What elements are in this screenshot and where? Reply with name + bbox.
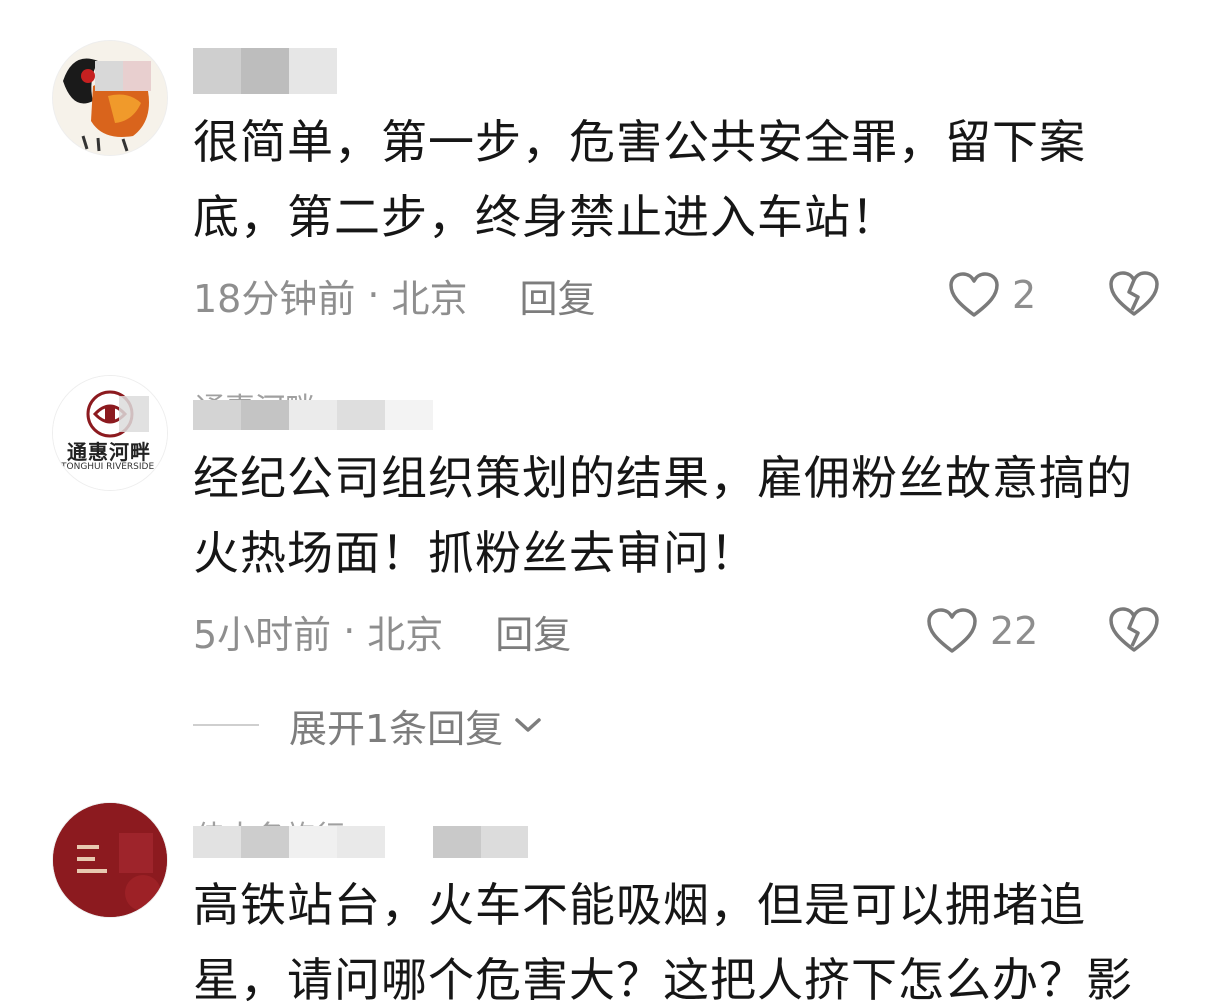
avatar[interactable] — [52, 802, 168, 918]
chevron-down-icon — [515, 718, 541, 732]
comment-meta: 18分钟前 · 北京 回复 — [193, 268, 595, 323]
red-card-icon — [53, 803, 167, 917]
username[interactable]: 通惠河畔 — [193, 384, 433, 430]
dislike-button[interactable] — [1108, 606, 1160, 656]
broken-heart-icon — [1109, 607, 1159, 652]
comment-time: 18分钟前 — [193, 276, 356, 321]
comment-location: 北京 — [391, 276, 468, 321]
comment-location: 北京 — [367, 612, 444, 657]
like-button[interactable]: 22 — [926, 606, 1038, 656]
dislike-button[interactable] — [1108, 270, 1160, 320]
comment-meta: 5小时前 · 北京 回复 — [193, 604, 571, 659]
blurred-username — [193, 400, 433, 430]
heart-icon — [949, 272, 999, 317]
comment-text: 高铁站台，火车不能吸烟，但是可以拥堵追 星，请问哪个危害大？这把人挤下怎么办？影 — [193, 878, 1133, 1005]
comment-text: 很简单，第一步，危害公共安全罪，留下案 底，第二步，终身禁止进入车站！ — [193, 115, 1086, 244]
reply-button[interactable]: 回复 — [495, 604, 571, 659]
avatar-brand-en: TONGHUI RIVERSIDE — [61, 462, 155, 472]
avatar[interactable] — [52, 40, 168, 156]
avatar[interactable]: 通惠河畔 TONGHUI RIVERSIDE — [52, 375, 168, 491]
divider-line — [193, 724, 259, 726]
expand-replies-button[interactable]: 展开1条回复 — [193, 700, 543, 751]
username[interactable] — [193, 48, 338, 94]
like-count: 2 — [1012, 273, 1037, 317]
like-button[interactable]: 2 — [948, 270, 1036, 320]
comment-time: 5小时前 — [193, 612, 332, 657]
blurred-username — [193, 826, 528, 858]
blurred-username — [193, 48, 337, 94]
like-count: 22 — [990, 609, 1039, 653]
rooster-icon — [53, 41, 167, 155]
broken-heart-icon — [1109, 271, 1159, 316]
reply-button[interactable]: 回复 — [519, 268, 595, 323]
heart-icon — [927, 608, 977, 653]
expand-label: 展开1条回复 — [289, 706, 504, 751]
comment-list: 很简单，第一步，危害公共安全罪，留下案 底，第二步，终身禁止进入车站！ 18分钟… — [0, 0, 1224, 1005]
username[interactable]: 佳大名旅行 — [193, 812, 528, 858]
tonghui-logo-icon — [53, 376, 167, 490]
avatar-brand-text: 通惠河畔 — [67, 440, 151, 464]
separator: · — [367, 273, 380, 317]
comment-text: 经纪公司组织策划的结果，雇佣粉丝故意搞的 火热场面！抓粉丝去审问！ — [193, 451, 1133, 580]
separator: · — [343, 609, 356, 653]
